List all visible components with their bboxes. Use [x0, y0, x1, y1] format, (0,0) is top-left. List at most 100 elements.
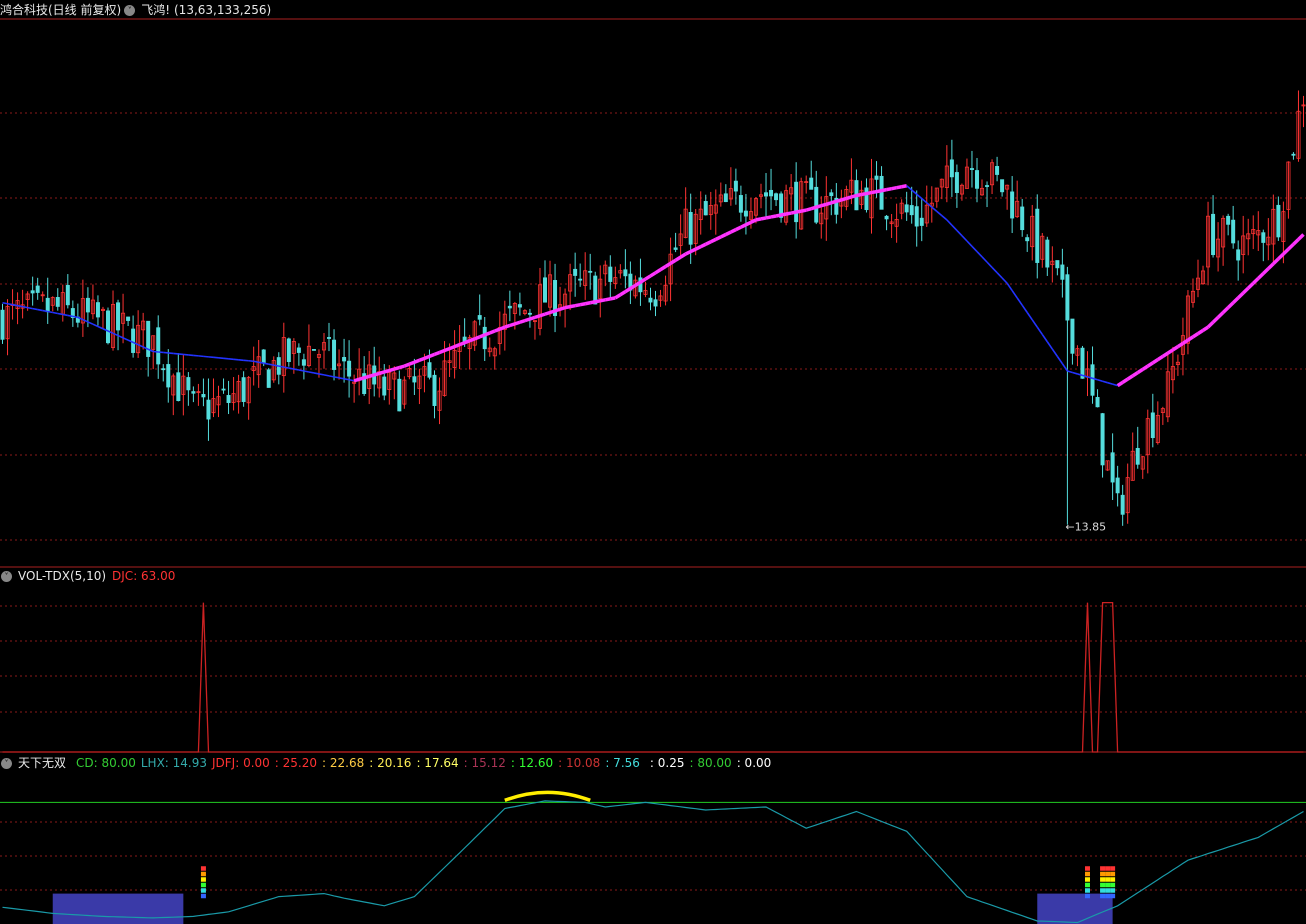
candle-body	[347, 360, 352, 377]
ma-segment	[669, 258, 677, 265]
ma-segment	[710, 237, 717, 244]
ma-segment	[373, 371, 380, 377]
ma-segment	[564, 304, 571, 310]
ma-segment	[1051, 348, 1059, 357]
ma-segment	[961, 235, 968, 242]
signal-dot	[1105, 866, 1111, 871]
ma-segment	[745, 220, 752, 227]
ma-segment	[1107, 381, 1113, 385]
candle-body	[1035, 208, 1040, 263]
ma-segment	[1202, 325, 1210, 332]
ma-segment	[1192, 332, 1199, 339]
ma-segment	[1166, 348, 1174, 355]
ma-segment	[715, 235, 722, 241]
ma-segment	[866, 190, 872, 196]
ma-segment	[1011, 290, 1018, 299]
candle-body	[105, 310, 110, 344]
ma-segment	[458, 341, 466, 347]
candle-body	[241, 377, 246, 402]
candle-body	[412, 376, 417, 383]
candle-body	[653, 299, 658, 307]
vol-header: ˅ VOL-TDX(5,10) DJC: 63.00	[0, 567, 181, 585]
indicator-menu-chevron-icon[interactable]: ˅	[124, 5, 136, 16]
ma-segment	[931, 206, 938, 212]
ma-segment	[579, 302, 586, 307]
ma-segment	[699, 242, 707, 249]
candle-body	[1120, 494, 1125, 515]
ma-segment	[1161, 351, 1169, 358]
ma-segment	[916, 193, 923, 200]
candle-body	[794, 181, 799, 223]
ma-segment	[423, 354, 431, 360]
signal-dot	[1084, 877, 1090, 882]
ma-segment	[1197, 328, 1204, 336]
ma-segment	[544, 310, 551, 316]
candle-body	[969, 168, 974, 170]
ma-segment	[348, 378, 355, 382]
ma-segment	[1277, 252, 1285, 261]
signal-dot	[1084, 866, 1090, 871]
candle-body	[296, 347, 301, 353]
signal-dot	[1100, 893, 1106, 899]
djc-readout: DJC: 63.00	[112, 569, 176, 583]
candle-body	[1291, 153, 1296, 156]
candle-body	[131, 328, 136, 353]
candle-body	[1261, 232, 1266, 243]
ma-segment	[484, 331, 491, 337]
candle-body	[206, 399, 211, 420]
candle-body	[311, 349, 316, 351]
ma-segment	[1061, 363, 1069, 372]
ma-segment	[1221, 306, 1230, 314]
ma-segment	[82, 318, 89, 323]
candle-body	[814, 186, 819, 223]
ma-segment	[810, 205, 817, 211]
candle-body	[1135, 447, 1140, 465]
candle-body	[949, 159, 954, 178]
candle-body	[608, 266, 613, 282]
indicator-params: (13,63,133,256)	[174, 3, 272, 17]
ma-segment	[52, 311, 58, 315]
ma-segment	[901, 184, 907, 189]
ma-segment	[47, 310, 53, 314]
ma-segment	[790, 210, 797, 215]
candle-body	[1226, 215, 1231, 225]
ma-segment	[820, 202, 827, 208]
ma-segment	[448, 344, 456, 351]
ma-segment	[574, 302, 581, 308]
ma-segment	[489, 329, 496, 335]
candle-body	[527, 312, 532, 315]
ma-segment	[911, 189, 918, 195]
djc-line	[2, 601, 1304, 753]
ma-segment	[1156, 354, 1164, 362]
ma-segment	[1211, 316, 1220, 324]
ma-segment	[413, 358, 421, 364]
candle-body	[156, 327, 161, 365]
candle-body	[1065, 274, 1070, 321]
ma-segment	[323, 374, 330, 377]
candle-body	[382, 376, 387, 396]
ma-segment	[1187, 335, 1194, 342]
ma-segment	[684, 249, 692, 256]
ma-segment	[644, 274, 652, 281]
candle-body	[588, 270, 593, 273]
candle-body	[1020, 206, 1025, 231]
signal-dot	[1100, 871, 1106, 877]
ma-segment	[1026, 312, 1033, 321]
ma-segment	[830, 199, 837, 205]
ma-segment	[720, 232, 727, 239]
ma-segment	[1036, 326, 1043, 335]
candle-body	[482, 326, 487, 350]
ma-segment	[976, 251, 983, 258]
ma-segment	[283, 366, 289, 369]
ma-segment	[72, 315, 79, 319]
signal-dot	[1100, 877, 1106, 882]
ma-segment	[871, 189, 877, 195]
signal-dot	[1084, 882, 1090, 888]
osc-readout: LHX: 14.93	[140, 756, 207, 770]
signal-dot	[1105, 871, 1111, 877]
candle-body	[186, 377, 191, 391]
signal-dot	[200, 871, 206, 877]
ma-segment	[519, 318, 526, 324]
osc-menu-chevron-icon[interactable]: ˅	[1, 758, 12, 769]
vol-menu-chevron-icon[interactable]: ˅	[1, 571, 12, 582]
